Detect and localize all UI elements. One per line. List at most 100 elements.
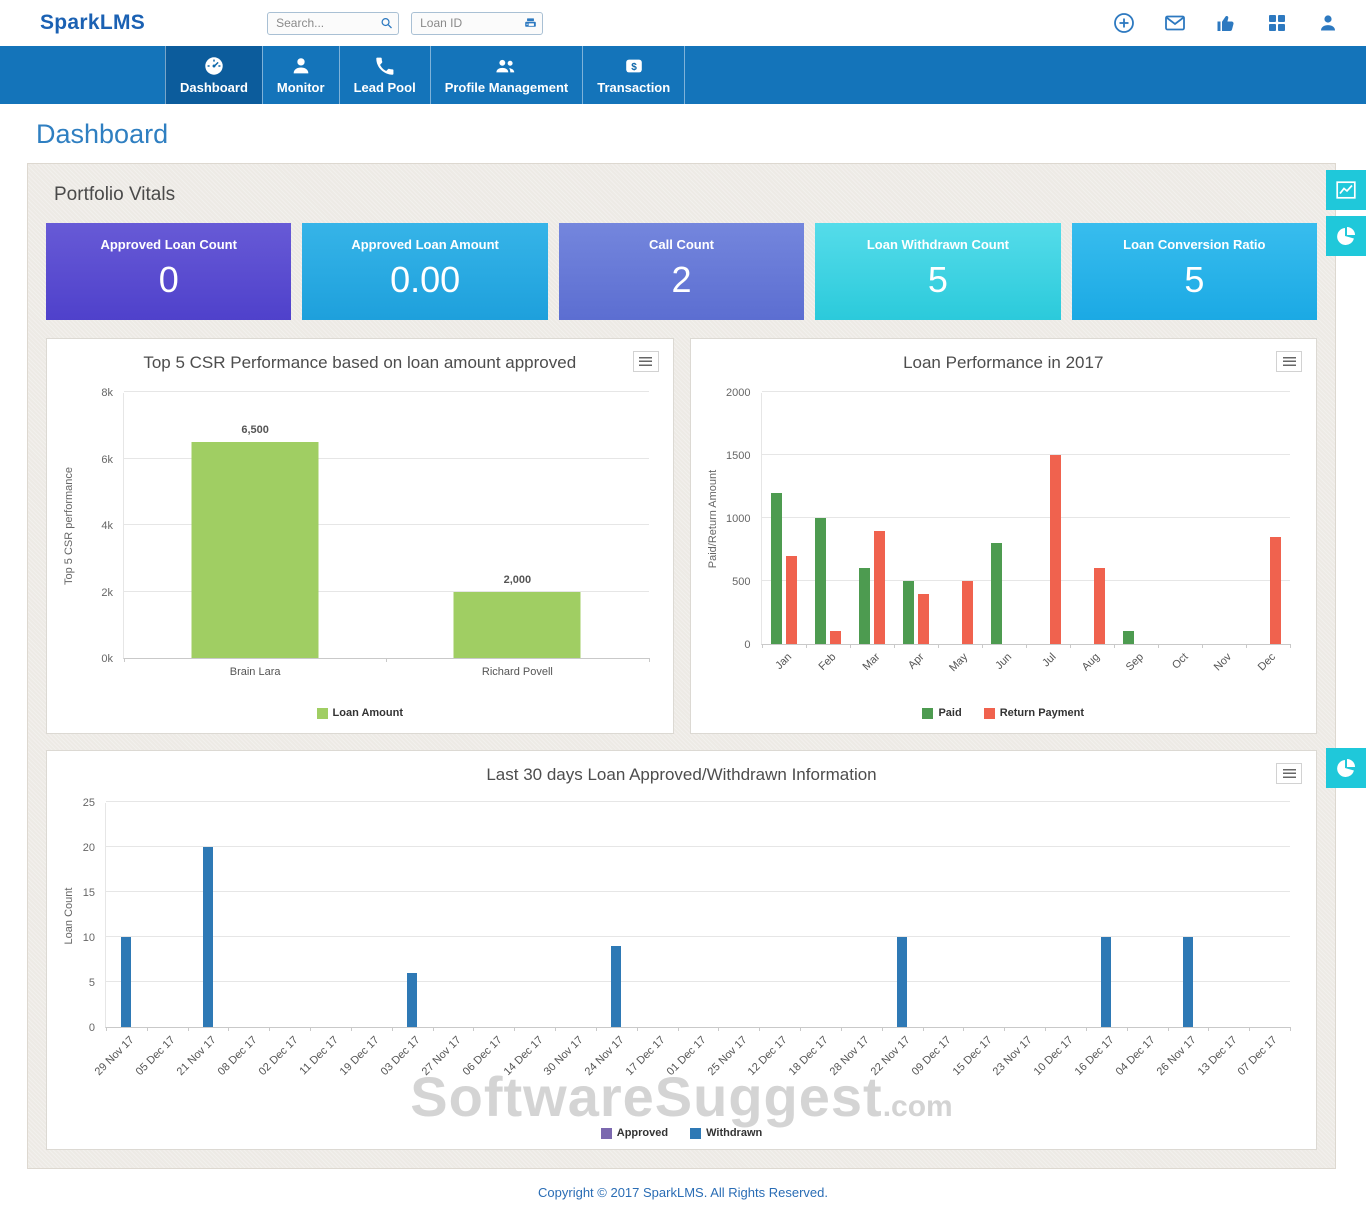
y-axis-tick-label: 20 [82,842,95,854]
top-header: SparkLMS [0,0,1366,46]
hamburger-icon [1282,769,1296,778]
nav-tab-transaction[interactable]: $ Transaction [582,46,686,104]
axis-tickmark [146,1027,148,1031]
axis-tickmark [893,644,895,648]
side-chart-widget-button-2[interactable] [1326,216,1366,256]
legend-label: Loan Amount [332,707,403,719]
bar-group [990,543,1017,644]
bar-paid-sep [1122,631,1134,644]
person-icon [290,55,312,77]
bar-paid-jun [990,543,1002,644]
footer-copyright: Copyright © 2017 SparkLMS. All Rights Re… [0,1177,1366,1212]
charts-row: Top 5 CSR Performance based on loan amou… [46,338,1317,734]
axis-tickmark [1025,644,1027,648]
side-chart-widget-button-3[interactable] [1326,748,1366,788]
legend-item-return-payment[interactable]: Return Payment [983,707,1084,719]
axis-tickmark [937,644,939,648]
axis-tickmark [187,1027,189,1031]
gridline [761,454,1290,455]
pie-chart-icon [1334,756,1358,780]
bar-value-label: 6,500 [241,423,269,436]
app-logo[interactable]: SparkLMS [40,11,145,35]
bar-group [814,518,841,644]
legend-swatch [983,707,995,719]
axis-tickmark [718,1027,720,1031]
y-axis-tick-label: 8k [101,387,113,399]
nav-tab-label: Profile Management [444,79,569,95]
header-action-user[interactable] [1316,11,1340,35]
plot-area: 29 Nov 17 05 Dec 17 21 Nov 17 08 Dec 17 02 D… [93,801,1291,1078]
axis-tickmark [881,1027,883,1031]
apps-grid-icon [1265,11,1289,35]
header-action-apps-grid[interactable] [1265,11,1289,35]
legend-item-loan-amount[interactable]: Loan Amount [316,707,403,719]
bar-withdrawn-24-nov-17 [611,946,622,1027]
axis-tickmark [922,1027,924,1031]
stat-card-label: Call Count [649,237,715,252]
gridline [124,391,649,392]
stat-card-value: 0.00 [390,259,461,300]
search-icon[interactable] [379,16,394,31]
side-chart-widget-button-1[interactable] [1326,170,1366,210]
legend-label: Paid [938,707,962,719]
bar-group [203,847,214,1027]
axis-tickmark [106,1027,107,1031]
chart-context-menu-button[interactable] [1276,351,1302,372]
axis-tickmark [963,1027,965,1031]
axis-tickmark [1249,1027,1251,1031]
bar-group [1035,455,1061,644]
axis-tickmark [761,644,763,648]
stat-card-value: 5 [1184,259,1205,300]
bar-return-payment-mar [873,530,885,644]
bar-return-payment-aug [1093,568,1105,644]
phone-lookup-icon[interactable] [523,16,538,31]
axis-tickmark [805,644,807,648]
y-axis-title: Loan Count [63,887,75,944]
axis-tickmark [1245,644,1247,648]
section-title: Portfolio Vitals [54,184,176,205]
legend-item-approved[interactable]: Approved [600,1127,669,1139]
header-actions [1112,11,1350,35]
gridline [106,801,1290,802]
add-circle-icon [1112,11,1136,35]
loan-id-box [411,11,544,35]
axis-tickmark [840,1027,842,1031]
stat-card-approved-loan-amount: Approved Loan Amount 0.00 [302,223,548,320]
nav-tab-profile-management[interactable]: Profile Management [429,46,583,104]
legend-item-withdrawn[interactable]: Withdrawn [690,1127,762,1139]
legend-item-paid[interactable]: Paid [922,707,962,719]
legend-swatch [316,707,328,719]
header-action-add-circle[interactable] [1112,11,1136,35]
nav-tab-monitor[interactable]: Monitor [261,46,339,104]
bar-group [770,492,797,644]
gridline [106,936,1290,937]
axis-tickmark [1069,644,1071,648]
y-axis-tick-label: 0 [744,639,751,651]
bar-withdrawn-21-nov-17 [203,847,214,1027]
axis-tickmark [1201,644,1203,648]
bar-group [1182,937,1193,1027]
nav-tab-dashboard[interactable]: Dashboard [165,46,262,104]
chart-context-menu-button[interactable] [1276,763,1302,784]
axis-tickmark [1157,644,1159,648]
y-axis-tick-label: 0 [88,1022,95,1034]
axis-tickmark [386,658,388,662]
axis-tickmark [1290,1027,1291,1031]
loan-performance-2017-chart: Jan Feb Mar Apr May Jun Jul Aug Sep Oct Nov Dec 0 500… [703,377,1305,725]
nav-tab-lead-pool[interactable]: Lead Pool [338,46,430,104]
pie-chart-icon [1334,224,1358,248]
search-box [267,11,400,35]
user-icon [1316,11,1340,35]
chart-context-menu-button[interactable] [632,351,659,372]
stat-card-label: Approved Loan Count [100,237,237,252]
gridline [106,846,1290,847]
header-action-mail[interactable] [1163,11,1187,35]
y-axis-tick-label: 500 [732,576,751,588]
last-30-days-chart-card: Last 30 days Loan Approved/Withdrawn Inf… [46,750,1317,1150]
plot-area: Jan Feb Mar Apr May Jun Jul Aug Sep Oct Nov Dec [760,391,1291,674]
nav-tabs: Dashboard Monitor Lead Pool Profile Managem… [165,46,686,104]
dashboard-gauge-icon [203,55,225,77]
legend-label: Approved [616,1127,669,1139]
axis-tickmark [228,1027,230,1031]
header-action-thumbs-up[interactable] [1214,11,1238,35]
